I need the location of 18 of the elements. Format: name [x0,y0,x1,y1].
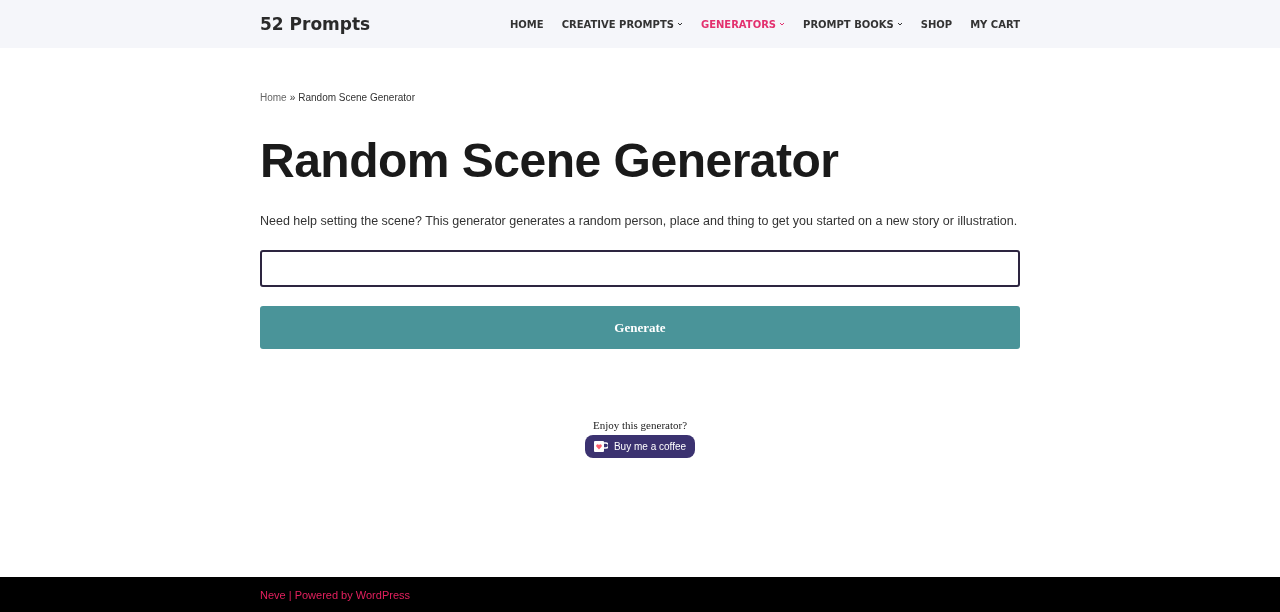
page-title: Random Scene Generator [260,133,840,188]
intro-text: Need help setting the scene? This generator generates a random person, place and thing to get you started on a new story or illustration. [260,214,1019,228]
nav-link[interactable]: GENERATORS [700,18,786,30]
nav-link[interactable]: SHOP [920,18,953,30]
nav-link[interactable]: MY CART [970,18,1020,30]
input-field[interactable] [260,250,1020,287]
nav-link[interactable]: CREATIVE PROMPTS [561,18,683,30]
site-logo[interactable]: 52 Prompts [260,14,371,34]
footer-credit[interactable]: Neve | Powered by WordPress [260,588,410,601]
nav-link[interactable]: HOME [510,18,544,30]
generate-button[interactable]: Generate [260,306,1020,349]
cup-icon [593,441,608,452]
breadcrumb-separator: » [289,92,296,103]
breadcrumb-link[interactable]: Home [260,92,287,103]
coffee-button[interactable]: Buy me a coffee [584,435,696,458]
breadcrumb-current: Random Scene Generator [298,92,415,103]
nav-link[interactable]: PROMPT BOOKS [803,18,903,30]
support-prompt: Enjoy this generator? [592,419,688,431]
